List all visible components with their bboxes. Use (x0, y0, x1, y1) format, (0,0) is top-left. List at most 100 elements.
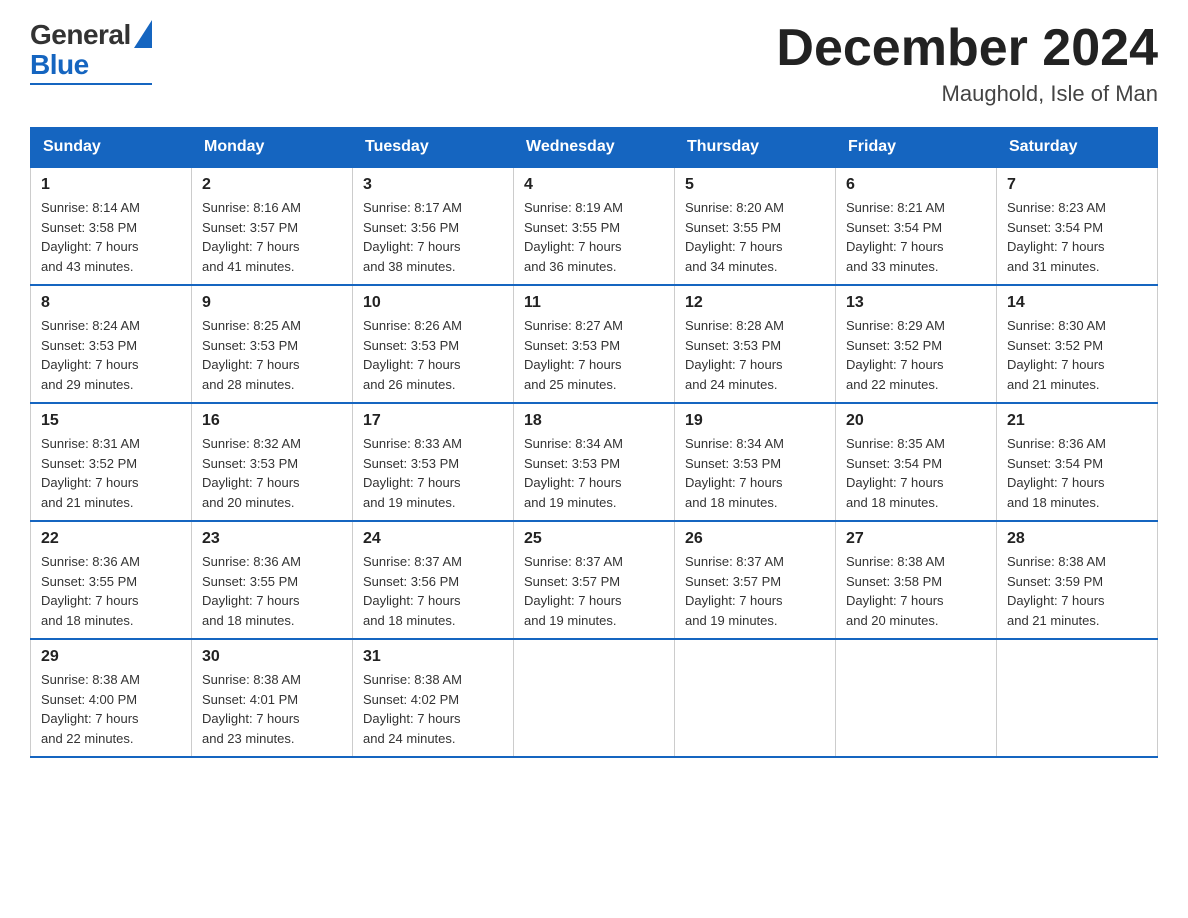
daylight-text: Daylight: 7 hours (202, 711, 300, 726)
sunrise-text: Sunrise: 8:28 AM (685, 318, 784, 333)
logo: General Blue (30, 20, 152, 85)
day-number: 23 (202, 530, 342, 548)
daylight-minutes-text: and 38 minutes. (363, 259, 456, 274)
sunset-text: Sunset: 3:54 PM (846, 220, 942, 235)
day-number: 4 (524, 176, 664, 194)
daylight-minutes-text: and 19 minutes. (524, 613, 617, 628)
sunset-text: Sunset: 3:57 PM (202, 220, 298, 235)
table-row: 30 Sunrise: 8:38 AM Sunset: 4:01 PM Dayl… (192, 639, 353, 757)
sunset-text: Sunset: 3:52 PM (1007, 338, 1103, 353)
page-title: December 2024 (776, 20, 1158, 77)
daylight-minutes-text: and 24 minutes. (363, 731, 456, 746)
daylight-text: Daylight: 7 hours (41, 711, 139, 726)
day-number: 7 (1007, 176, 1147, 194)
day-info: Sunrise: 8:38 AM Sunset: 3:59 PM Dayligh… (1007, 552, 1147, 630)
sunrise-text: Sunrise: 8:20 AM (685, 200, 784, 215)
header-row: Sunday Monday Tuesday Wednesday Thursday… (31, 128, 1158, 168)
day-number: 26 (685, 530, 825, 548)
daylight-minutes-text: and 21 minutes. (1007, 377, 1100, 392)
header-thursday: Thursday (675, 128, 836, 168)
day-number: 10 (363, 294, 503, 312)
day-number: 29 (41, 648, 181, 666)
day-info: Sunrise: 8:20 AM Sunset: 3:55 PM Dayligh… (685, 198, 825, 276)
sunrise-text: Sunrise: 8:38 AM (846, 554, 945, 569)
daylight-text: Daylight: 7 hours (41, 475, 139, 490)
sunset-text: Sunset: 3:56 PM (363, 220, 459, 235)
daylight-text: Daylight: 7 hours (524, 475, 622, 490)
table-row: 29 Sunrise: 8:38 AM Sunset: 4:00 PM Dayl… (31, 639, 192, 757)
sunrise-text: Sunrise: 8:29 AM (846, 318, 945, 333)
daylight-minutes-text: and 29 minutes. (41, 377, 134, 392)
sunrise-text: Sunrise: 8:38 AM (363, 672, 462, 687)
sunrise-text: Sunrise: 8:21 AM (846, 200, 945, 215)
sunrise-text: Sunrise: 8:27 AM (524, 318, 623, 333)
day-info: Sunrise: 8:16 AM Sunset: 3:57 PM Dayligh… (202, 198, 342, 276)
sunset-text: Sunset: 3:55 PM (524, 220, 620, 235)
table-row (514, 639, 675, 757)
day-info: Sunrise: 8:17 AM Sunset: 3:56 PM Dayligh… (363, 198, 503, 276)
daylight-text: Daylight: 7 hours (41, 239, 139, 254)
daylight-minutes-text: and 24 minutes. (685, 377, 778, 392)
sunset-text: Sunset: 4:01 PM (202, 692, 298, 707)
table-row: 4 Sunrise: 8:19 AM Sunset: 3:55 PM Dayli… (514, 167, 675, 285)
day-info: Sunrise: 8:28 AM Sunset: 3:53 PM Dayligh… (685, 316, 825, 394)
sunset-text: Sunset: 3:53 PM (363, 338, 459, 353)
sunset-text: Sunset: 3:58 PM (846, 574, 942, 589)
sunrise-text: Sunrise: 8:37 AM (685, 554, 784, 569)
calendar-week-row: 8 Sunrise: 8:24 AM Sunset: 3:53 PM Dayli… (31, 285, 1158, 403)
sunrise-text: Sunrise: 8:30 AM (1007, 318, 1106, 333)
daylight-text: Daylight: 7 hours (202, 239, 300, 254)
logo-blue-text: Blue (30, 51, 89, 79)
calendar-week-row: 29 Sunrise: 8:38 AM Sunset: 4:00 PM Dayl… (31, 639, 1158, 757)
table-row: 16 Sunrise: 8:32 AM Sunset: 3:53 PM Dayl… (192, 403, 353, 521)
table-row: 10 Sunrise: 8:26 AM Sunset: 3:53 PM Dayl… (353, 285, 514, 403)
table-row: 1 Sunrise: 8:14 AM Sunset: 3:58 PM Dayli… (31, 167, 192, 285)
day-info: Sunrise: 8:25 AM Sunset: 3:53 PM Dayligh… (202, 316, 342, 394)
sunset-text: Sunset: 4:00 PM (41, 692, 137, 707)
day-number: 3 (363, 176, 503, 194)
day-number: 30 (202, 648, 342, 666)
day-info: Sunrise: 8:38 AM Sunset: 3:58 PM Dayligh… (846, 552, 986, 630)
sunrise-text: Sunrise: 8:16 AM (202, 200, 301, 215)
sunrise-text: Sunrise: 8:37 AM (363, 554, 462, 569)
daylight-minutes-text: and 19 minutes. (685, 613, 778, 628)
daylight-minutes-text: and 20 minutes. (202, 495, 295, 510)
sunrise-text: Sunrise: 8:36 AM (202, 554, 301, 569)
calendar-body: 1 Sunrise: 8:14 AM Sunset: 3:58 PM Dayli… (31, 167, 1158, 757)
daylight-text: Daylight: 7 hours (363, 711, 461, 726)
day-number: 25 (524, 530, 664, 548)
day-number: 19 (685, 412, 825, 430)
day-info: Sunrise: 8:29 AM Sunset: 3:52 PM Dayligh… (846, 316, 986, 394)
logo-triangle-icon (134, 20, 152, 48)
daylight-minutes-text: and 33 minutes. (846, 259, 939, 274)
sunset-text: Sunset: 3:59 PM (1007, 574, 1103, 589)
sunset-text: Sunset: 3:57 PM (524, 574, 620, 589)
day-info: Sunrise: 8:35 AM Sunset: 3:54 PM Dayligh… (846, 434, 986, 512)
daylight-minutes-text: and 25 minutes. (524, 377, 617, 392)
day-number: 6 (846, 176, 986, 194)
daylight-text: Daylight: 7 hours (685, 475, 783, 490)
table-row: 15 Sunrise: 8:31 AM Sunset: 3:52 PM Dayl… (31, 403, 192, 521)
header-wednesday: Wednesday (514, 128, 675, 168)
daylight-minutes-text: and 34 minutes. (685, 259, 778, 274)
daylight-text: Daylight: 7 hours (846, 239, 944, 254)
daylight-text: Daylight: 7 hours (41, 357, 139, 372)
daylight-text: Daylight: 7 hours (202, 475, 300, 490)
sunrise-text: Sunrise: 8:34 AM (524, 436, 623, 451)
sunrise-text: Sunrise: 8:17 AM (363, 200, 462, 215)
sunset-text: Sunset: 4:02 PM (363, 692, 459, 707)
day-number: 22 (41, 530, 181, 548)
daylight-text: Daylight: 7 hours (202, 593, 300, 608)
daylight-text: Daylight: 7 hours (363, 475, 461, 490)
header-sunday: Sunday (31, 128, 192, 168)
daylight-text: Daylight: 7 hours (1007, 357, 1105, 372)
day-info: Sunrise: 8:21 AM Sunset: 3:54 PM Dayligh… (846, 198, 986, 276)
day-info: Sunrise: 8:24 AM Sunset: 3:53 PM Dayligh… (41, 316, 181, 394)
day-info: Sunrise: 8:31 AM Sunset: 3:52 PM Dayligh… (41, 434, 181, 512)
sunset-text: Sunset: 3:53 PM (363, 456, 459, 471)
sunrise-text: Sunrise: 8:36 AM (41, 554, 140, 569)
sunrise-text: Sunrise: 8:36 AM (1007, 436, 1106, 451)
day-info: Sunrise: 8:30 AM Sunset: 3:52 PM Dayligh… (1007, 316, 1147, 394)
sunrise-text: Sunrise: 8:23 AM (1007, 200, 1106, 215)
daylight-text: Daylight: 7 hours (846, 475, 944, 490)
